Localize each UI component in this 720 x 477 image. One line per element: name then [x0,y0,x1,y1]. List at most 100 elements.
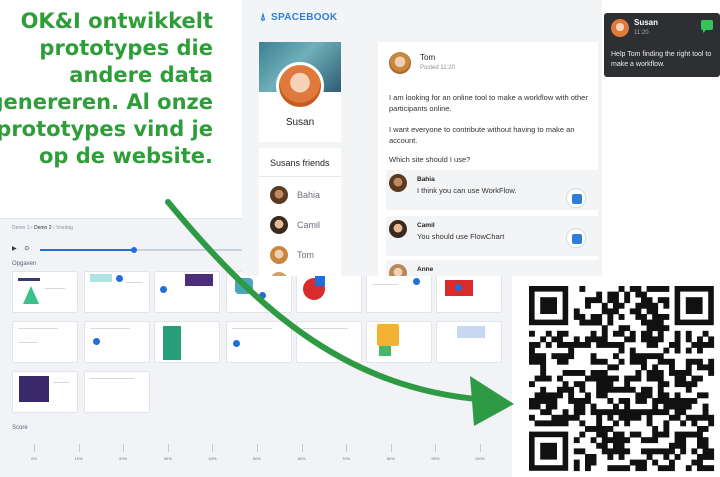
friend-name: Tom [297,250,315,260]
triangle-icon [23,286,39,304]
breadcrumb-item[interactable]: Demo 1 [12,225,30,231]
logo-text: SPACEBOOK [271,12,338,23]
comment-author: Camil [417,222,435,229]
headline-line: genereren. Al onze [0,90,213,114]
score-tick-label: 90% [431,456,440,461]
comment: Camil You should use FlowChart [386,216,598,256]
friends-panel: Susans friends Bahia Camil Tom [259,148,341,276]
task-card[interactable] [84,321,150,363]
tooltip-name: Susan [634,18,659,27]
score-tick-label: 30% [163,456,172,461]
headline-line: OK&I ontwikkelt [20,9,213,33]
friend-item[interactable]: Camil [270,216,340,236]
tooltip-message: Help Tom finding the right tool to make … [611,51,712,68]
score-tick-label: 40% [208,456,217,461]
play-icon[interactable]: ▶ [12,246,17,252]
avatar [270,186,288,204]
headline-line: op de website. [39,144,213,168]
headline-line: prototypes vind je [0,117,213,141]
post-author[interactable]: Tom [420,53,435,62]
friend-item[interactable] [270,272,340,276]
score-tick-label: 80% [386,456,395,461]
thumbs-up-icon [572,234,582,244]
spacebook-logo[interactable]: ⍋ SPACEBOOK [260,12,337,23]
task-card[interactable] [154,271,220,313]
avatar [270,246,288,264]
score-tick [435,444,437,452]
task-card[interactable] [84,271,150,313]
post-text: Which site should I use? [389,155,471,164]
score-tick [480,444,481,452]
playback-controls: ▶ ⊙ [12,245,29,252]
avatar[interactable] [276,62,324,110]
friend-item[interactable]: Bahia [270,186,340,206]
score-heading: Score [12,425,28,431]
friend-name: Camil [297,220,321,230]
score-tick-label: 20% [119,456,128,461]
comment-text: I think you can use WorkFlow. [417,186,517,195]
qr-code[interactable] [521,280,720,477]
score-tick [212,444,214,452]
task-card[interactable] [366,271,432,313]
task-card[interactable] [12,271,78,313]
headline-line: andere data [69,63,213,87]
post-text: I want everyone to contribute without ha… [389,125,575,145]
profile-card: Susan [259,42,341,142]
score-tick [34,444,35,452]
tasks-heading: Opgaven [12,261,37,267]
avatar[interactable] [389,264,407,276]
task-card[interactable] [226,271,292,313]
avatar[interactable] [389,174,407,192]
comment: Anne [386,260,598,276]
avatar[interactable] [389,52,411,74]
task-card[interactable] [296,321,362,363]
timeline-knob[interactable] [131,247,137,253]
like-button[interactable] [566,188,586,208]
task-card[interactable] [84,371,150,413]
score-tick-label: 0% [31,456,37,461]
post-text: I am looking for an online tool to make … [389,93,588,113]
score-tick [301,444,303,452]
timeline-fill [40,249,134,251]
score-tick [257,444,258,452]
task-card[interactable] [436,321,502,363]
task-card[interactable] [12,371,78,413]
task-card[interactable] [436,271,502,313]
record-icon[interactable]: ⊙ [24,246,29,252]
breadcrumb-item[interactable]: Voedag [56,225,73,231]
breadcrumb: Demo 1 › Demo 2 › Voedag [12,225,73,231]
friend-item[interactable]: Tom [270,246,340,266]
spacebook-screenshot: ⍋ SPACEBOOK Susan Susans friends Bahia Ca… [242,0,602,276]
friend-name: Bahia [297,190,321,200]
headline: OK&I ontwikkelt prototypes die andere da… [0,8,213,170]
divider [259,176,341,177]
thumbs-up-icon [572,194,582,204]
comment-author: Bahia [417,176,435,183]
post-card: Tom Posted 11:20 I am looking for an onl… [378,42,598,276]
score-tick-label: 100% [474,456,486,461]
avatar[interactable] [389,220,407,238]
task-card[interactable] [296,271,362,313]
task-card[interactable] [226,321,292,363]
score-tick-label: 50% [252,456,261,461]
avatar [270,216,288,234]
comment: Bahia I think you can use WorkFlow. [386,170,598,210]
like-button[interactable] [566,228,586,248]
avatar [270,272,288,276]
breadcrumb-item[interactable]: Demo 2 [34,225,52,231]
score-tick [167,444,169,452]
headline-line: prototypes die [39,36,213,60]
score-tick [78,444,80,452]
chat-tooltip: Susan 11:20 Help Tom finding the right t… [604,13,720,77]
task-card[interactable] [154,321,220,363]
post-time: Posted 11:20 [420,65,455,71]
tooltip-time: 11:20 [634,30,649,36]
promo-slide: OK&I ontwikkelt prototypes die andere da… [0,0,720,477]
task-card[interactable] [12,321,78,363]
score-tick [390,444,392,452]
rocket-icon: ⍋ [260,12,267,23]
comment-text: You should use FlowChart [417,232,505,241]
task-card[interactable] [366,321,432,363]
chat-icon[interactable] [701,20,713,33]
profile-name: Susan [285,117,315,128]
